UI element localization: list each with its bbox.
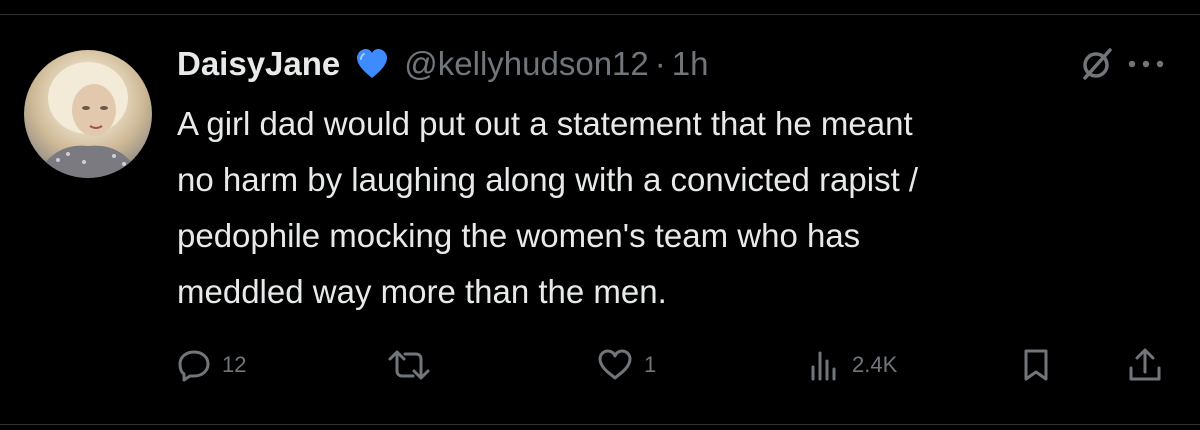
views-bar-chart-icon <box>811 351 836 381</box>
heart-icon <box>598 349 632 380</box>
grok-icon[interactable] <box>1078 44 1118 84</box>
avatar[interactable] <box>24 50 152 178</box>
share-icon <box>1129 348 1161 381</box>
tweet-text-line: pedophile mocking the women's team who h… <box>177 217 861 254</box>
reply-button[interactable]: 12 <box>176 340 246 390</box>
tweet-text-line: meddled way more than the men. <box>177 273 667 310</box>
header-separator: · <box>654 45 666 82</box>
repost-icon <box>388 350 430 380</box>
tweet-timestamp[interactable]: 1h <box>672 45 709 83</box>
tweet-text-line: A girl dad would put out a statement tha… <box>177 105 913 142</box>
tweet-text: A girl dad would put out a statement tha… <box>177 96 1177 320</box>
bookmark-icon <box>1024 349 1048 381</box>
tweet-text-line: no harm by laughing along with a convict… <box>177 161 919 198</box>
author-display-name[interactable]: DaisyJane <box>177 45 340 83</box>
views-count: 2.4K <box>852 352 898 377</box>
blue-heart-icon <box>354 46 390 82</box>
more-options-icon[interactable] <box>1124 50 1168 78</box>
author-handle[interactable]: @kellyhudson12 <box>404 45 649 83</box>
repost-button[interactable] <box>386 340 442 390</box>
top-divider <box>0 14 1200 15</box>
action-bar: 12 1 2.4K <box>0 340 1200 390</box>
bookmark-button[interactable] <box>1018 340 1054 390</box>
tweet-header: DaisyJane @kellyhudson12 · 1h <box>177 38 709 90</box>
reply-icon <box>178 350 210 382</box>
like-button[interactable]: 1 <box>596 340 656 390</box>
views-button[interactable]: 2.4K <box>806 340 897 390</box>
like-count: 1 <box>644 352 657 377</box>
reply-count: 12 <box>222 352 247 377</box>
bottom-divider <box>0 424 1200 425</box>
share-button[interactable] <box>1126 340 1164 390</box>
